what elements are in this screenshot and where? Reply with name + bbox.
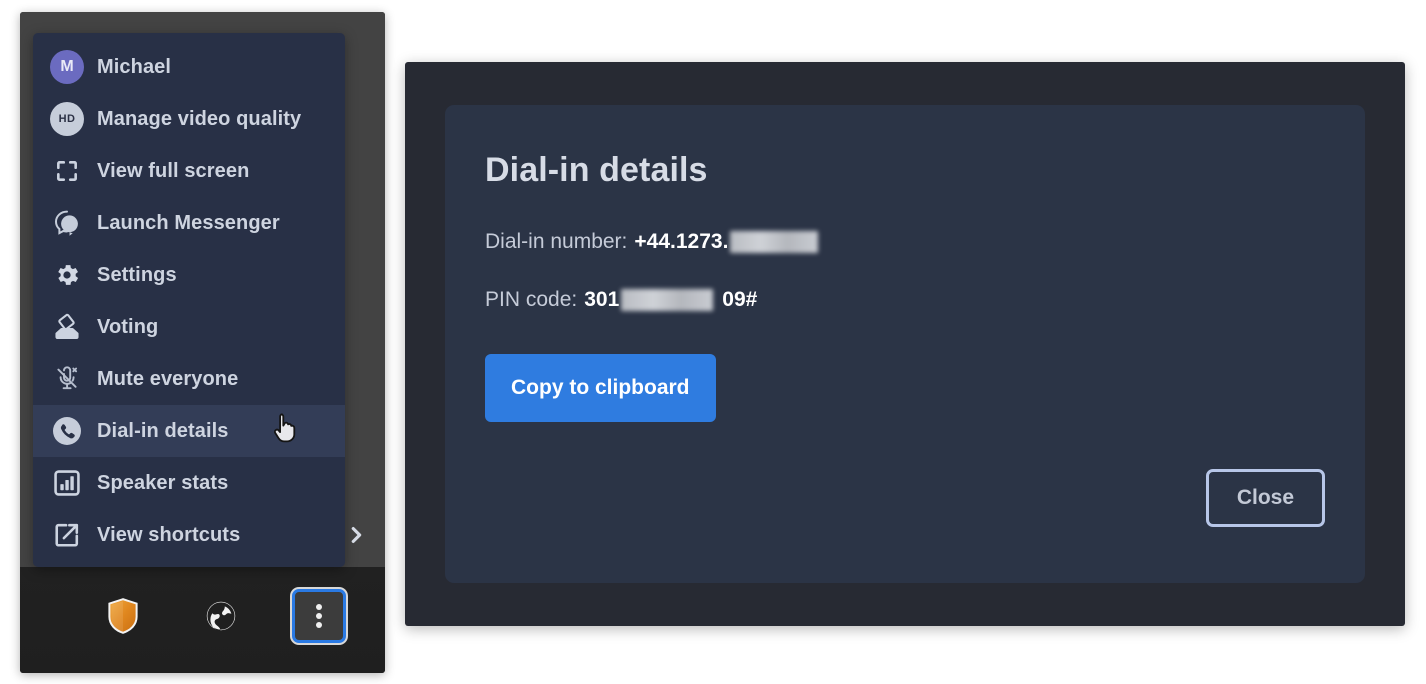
- menu-item-label: Manage video quality: [97, 107, 302, 130]
- dial-in-number-row: Dial-in number: +44.1273.: [485, 230, 1325, 254]
- dialog-title: Dial-in details: [485, 151, 708, 189]
- avatar-initial: M: [50, 50, 84, 84]
- close-button[interactable]: Close: [1205, 469, 1325, 527]
- gear-icon: [47, 255, 87, 295]
- dial-in-details-dialog: Dial-in details Dial-in number: +44.1273…: [445, 105, 1365, 583]
- pin-code-value-prefix: 301: [584, 288, 620, 311]
- avatar: M: [47, 47, 87, 87]
- menu-item-label: View shortcuts: [97, 523, 241, 546]
- mic-muted-icon: [47, 359, 87, 399]
- ballot-box-icon: [47, 307, 87, 347]
- bottom-toolbar: [20, 581, 385, 651]
- hd-badge-label: HD: [50, 102, 84, 136]
- menu-item-label: Speaker stats: [97, 471, 229, 494]
- external-link-icon: [47, 515, 87, 555]
- menu-item-label: Dial-in details: [97, 419, 229, 442]
- menu-item-michael[interactable]: M Michael: [33, 41, 345, 93]
- kebab-dots: [315, 601, 322, 631]
- dial-in-number-redaction: [730, 231, 819, 253]
- pin-code-value-suffix: 09#: [722, 288, 758, 311]
- menu-item-view-shortcuts[interactable]: View shortcuts: [33, 509, 345, 561]
- overflow-menu: M Michael HD Manage video quality View f…: [33, 33, 345, 567]
- menu-item-launch-messenger[interactable]: Launch Messenger: [33, 197, 345, 249]
- screenshot-root: M Michael HD Manage video quality View f…: [0, 0, 1426, 684]
- phone-circle-icon: [47, 411, 87, 451]
- copy-to-clipboard-button[interactable]: Copy to clipboard: [485, 354, 716, 422]
- conference-toolbar-panel-inner: M Michael HD Manage video quality View f…: [20, 12, 385, 673]
- messenger-icon: [47, 203, 87, 243]
- menu-item-speaker-stats[interactable]: Speaker stats: [33, 457, 345, 509]
- pointing-hand-cursor: [272, 412, 300, 444]
- chevron-right-icon[interactable]: [345, 524, 367, 546]
- menu-item-label: Launch Messenger: [97, 211, 280, 234]
- pin-code-label: PIN code:: [485, 288, 578, 311]
- shield-icon[interactable]: [96, 589, 150, 643]
- menu-item-label: Voting: [97, 315, 159, 338]
- dial-in-number-label: Dial-in number:: [485, 230, 628, 253]
- menu-item-settings[interactable]: Settings: [33, 249, 345, 301]
- menu-item-label: Michael: [97, 55, 172, 78]
- menu-item-label: Mute everyone: [97, 367, 239, 390]
- bar-chart-icon: [47, 463, 87, 503]
- kebab-menu-icon[interactable]: [291, 589, 346, 643]
- conference-toolbar-panel: M Michael HD Manage video quality View f…: [20, 12, 385, 673]
- globe-icon[interactable]: [194, 589, 248, 643]
- pin-code-row: PIN code: 301 09#: [485, 288, 1325, 312]
- hd-badge-icon: HD: [47, 99, 87, 139]
- menu-item-label: View full screen: [97, 159, 250, 182]
- menu-item-label: Settings: [97, 263, 177, 286]
- menu-item-mute-everyone[interactable]: Mute everyone: [33, 353, 345, 405]
- menu-item-voting[interactable]: Voting: [33, 301, 345, 353]
- dial-in-details-panel: Dial-in details Dial-in number: +44.1273…: [405, 62, 1405, 626]
- dial-in-number-value: +44.1273.: [634, 230, 729, 253]
- fullscreen-icon: [47, 151, 87, 191]
- menu-item-view-full-screen[interactable]: View full screen: [33, 145, 345, 197]
- pin-code-redaction: [621, 289, 714, 311]
- menu-item-manage-video-quality[interactable]: HD Manage video quality: [33, 93, 345, 145]
